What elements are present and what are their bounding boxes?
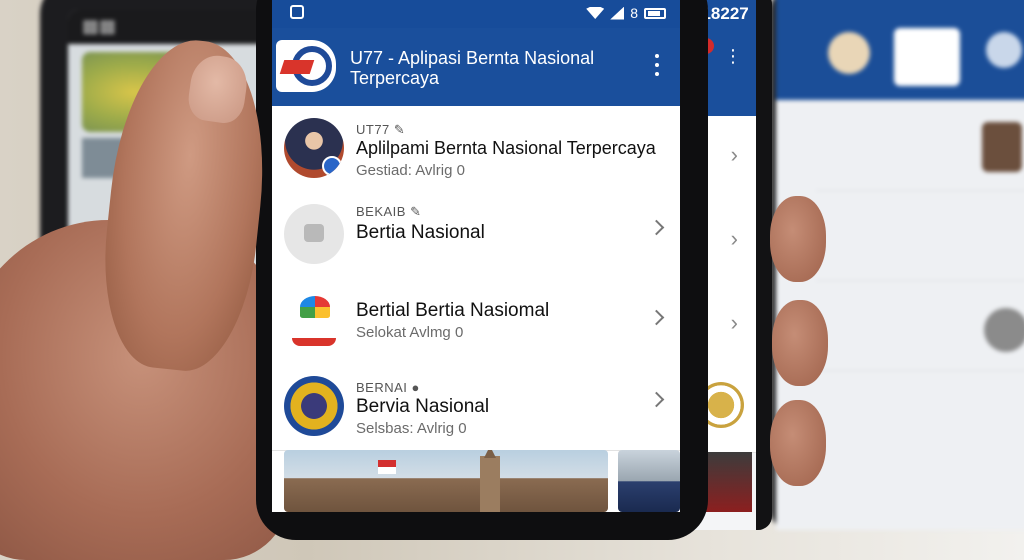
list-item[interactable]: BEKAIB ✎ Bertia Nasional	[272, 192, 680, 279]
blurred-thumbnail	[982, 122, 1022, 172]
status-text: 8	[630, 5, 638, 21]
placeholder-avatar-icon	[304, 224, 324, 242]
list-item-meta: Gestiad: Avlrig 0	[356, 162, 465, 179]
notification-icon	[290, 5, 304, 19]
flag-icon	[378, 460, 396, 474]
status-bar: 8	[272, 0, 680, 28]
chevron-right-icon	[648, 309, 665, 326]
list-item-title: Bervia Nasional	[356, 396, 490, 417]
app-title: U77 - Aplipasi Bernta Nasional Terpercay…	[350, 48, 595, 88]
blurred-user-icon	[986, 32, 1022, 68]
list-item-meta: Selokat Avlmg 0	[356, 324, 464, 341]
list-item[interactable]: Bertial Bertia Nasiomal Selokat Avlmg 0	[272, 278, 680, 365]
list-item-source: BEKAIB ✎	[356, 204, 422, 219]
chevron-right-icon	[648, 391, 665, 408]
finger	[770, 196, 826, 282]
list-item-source: UT77 ✎	[356, 122, 406, 137]
brand-logo	[284, 290, 344, 350]
status-icons: 8	[586, 5, 666, 21]
battery-icon	[644, 7, 666, 19]
kebab-menu-icon[interactable]	[654, 54, 660, 76]
chevron-right-icon: ›	[730, 310, 738, 335]
app-bar: U77 - Aplipasi Bernta Nasional Terpercay…	[272, 28, 680, 106]
thumbnail-strip	[272, 450, 680, 512]
list-item[interactable]: UT77 ✎ Aplilpami Bernta Nasional Terperc…	[272, 106, 680, 193]
list-item-source: BERNAI ●	[356, 380, 420, 395]
news-thumbnail-small[interactable]	[618, 450, 680, 512]
signal-icon	[610, 6, 625, 20]
chevron-right-icon: ›	[730, 142, 738, 167]
list-item[interactable]: BERNAI ● Bervia Nasional Selsbas: Avlrig…	[272, 364, 680, 451]
avatar	[284, 118, 344, 178]
blurred-app-logo-icon	[894, 28, 960, 86]
list-item-title: Aplilpami Bernta Nasional Terpercaya	[356, 138, 656, 158]
list-item-title: Bertial Bertia Nasiomal	[356, 300, 550, 321]
blurred-avatar	[984, 308, 1024, 352]
logo-flower-icon	[300, 296, 330, 318]
emblem-avatar	[284, 376, 344, 436]
wifi-icon	[586, 7, 605, 19]
kebab-menu-icon[interactable]: ⋮	[724, 46, 742, 67]
finger	[770, 400, 826, 486]
finger	[772, 300, 828, 386]
logo-red-mark-icon	[279, 60, 315, 74]
app-logo[interactable]	[276, 40, 336, 92]
avatar	[284, 204, 344, 264]
news-thumbnail-large[interactable]	[284, 450, 608, 512]
blurred-logo-icon	[828, 32, 870, 74]
main-phone-screen: 8 U77 - Aplipasi Bernta Nasional Terperc…	[272, 0, 680, 512]
verified-icon	[322, 156, 342, 176]
background-phone-left-statusbar: ▩▩	[68, 10, 270, 44]
chevron-right-icon	[648, 219, 665, 236]
list-item-title: Bertia Nasional	[356, 222, 485, 243]
chevron-right-icon: ›	[730, 226, 738, 251]
blurred-row	[816, 190, 1024, 281]
list-item-meta: Selsbas: Avlrig 0	[356, 420, 467, 437]
logo-swoosh-icon	[292, 338, 336, 346]
tower-image	[480, 456, 500, 512]
